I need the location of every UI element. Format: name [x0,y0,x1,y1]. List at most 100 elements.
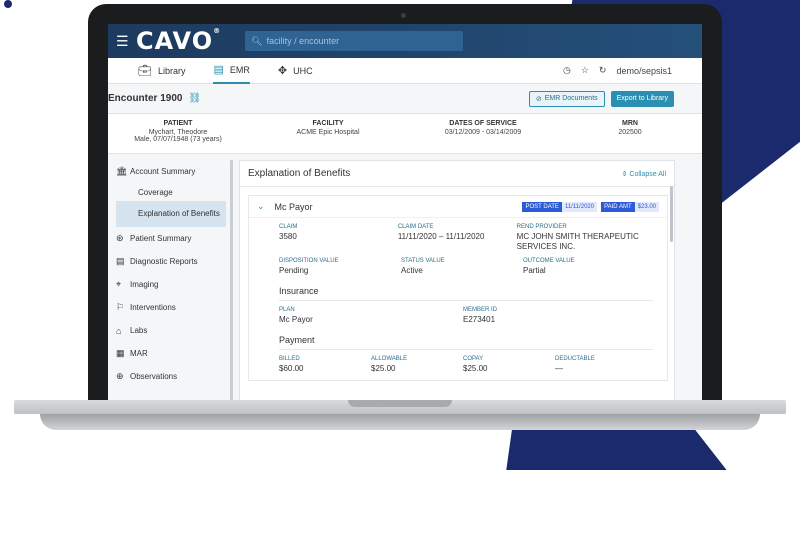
insurance-row: PLAN Mc Payor MEMBER ID E273401 [279,307,653,325]
sidebar-item-account-summary[interactable]: 🏛︎ Account Summary [116,160,230,183]
plan-label: PLAN [279,307,295,313]
plan-value: Mc Payor [279,315,313,324]
app-logo[interactable]: CAVO® [136,27,221,55]
tab-bar: 💼︎ Library ▤ EMR ✥ UHC ◷ ☆ ↻ demo/sepsis… [108,58,702,84]
laptop-screen: ☰ CAVO® 🔍︎ facility / encounter 💼︎ Libra… [108,24,702,400]
member-id-value: E273401 [463,315,496,324]
emr-documents-button[interactable]: ⊘ EMR Documents [528,90,605,107]
patient-column: PATIENT Mychart, Theodore Male, 07/07/19… [108,120,248,153]
post-date-label: POST DATE [522,201,562,212]
sidebar-item-label: Diagnostic Reports [130,257,198,266]
insurance-section-title: Insurance [279,282,653,301]
payor-card: ⌄ Mc Payor POST DATE 11/11/2020 PAID AMT… [248,195,668,381]
sidebar-item-imaging[interactable]: ⌖ Imaging [116,273,230,296]
user-label[interactable]: demo/sepsis1 [616,66,672,76]
tab-emr[interactable]: ▤ EMR [213,58,250,84]
search-input[interactable]: 🔍︎ facility / encounter [245,31,464,51]
sidebar-item-label: Imaging [130,280,159,289]
laptop-base-bottom [40,414,760,430]
search-icon: 🔍︎ [251,35,263,46]
claim-row: CLAIM 3580 CLAIM DATE 11/11/2020 – 11/11… [279,224,653,252]
menu-icon[interactable]: ☰ [116,33,130,50]
eob-panel: Explanation of Benefits ⇕ Collapse All ⌄… [239,160,675,400]
member-id-label: MEMBER ID [463,307,498,313]
unlink-icon[interactable]: ⛓ [188,93,201,104]
outcome-label: OUTCOME VALUE [523,258,575,264]
camera-icon [401,13,406,18]
paid-amt-value: $23.00 [634,201,659,212]
move-icon: ✥ [277,65,288,77]
sidebar-item-labs[interactable]: ⌂ Labs [116,319,230,342]
chevron-down-icon[interactable]: ⌄ [257,201,265,212]
sidebar-item-explanation-of-benefits[interactable]: Explanation of Benefits [116,201,226,227]
sidebar-item-observations[interactable]: ⊕ Observations [116,365,230,388]
grid-icon: ▦ [116,348,125,358]
sidebar-item-patient-summary[interactable]: ⊛ Patient Summary [116,227,230,250]
disposition-label: DISPOSITION VALUE [279,258,339,264]
mrn-value: 202500 [618,129,642,136]
tab-uhc[interactable]: ✥ UHC [278,58,313,84]
emr-documents-label: EMR Documents [544,95,598,102]
tab-library[interactable]: 💼︎ Library [138,58,185,84]
payor-card-header[interactable]: ⌄ Mc Payor POST DATE 11/11/2020 PAID AMT… [249,196,667,218]
decorative-dot [4,0,12,8]
rend-provider-field: REND PROVIDER MC JOHN SMITH THERAPEUTIC … [517,224,653,252]
outcome-value: Partial [523,266,546,275]
paid-amt-label: PAID AMT [601,201,635,212]
allowable-value: $25.00 [371,364,396,373]
sidebar-item-coverage[interactable]: Coverage [116,183,230,201]
claim-date-label: CLAIM DATE [397,224,434,230]
post-date-value: 11/11/2020 [561,201,598,212]
app-header: ☰ CAVO® 🔍︎ facility / encounter [108,24,702,58]
star-icon[interactable]: ☆ [581,65,589,76]
patient-info: Male, 07/07/1948 (73 years) [134,136,222,143]
dates-header: DATES OF SERVICE [449,120,517,127]
sidebar-item-mar[interactable]: ▦ MAR [116,342,230,365]
copay-value: $25.00 [463,364,488,373]
status-label: STATUS VALUE [401,258,445,264]
dates-column: DATES OF SERVICE 03/12/2009 - 03/14/2009 [408,120,558,153]
encounter-title: Encounter 1900 [108,93,183,104]
deductable-label: DEDUCTABLE [555,356,595,362]
sidebar-item-diagnostic-reports[interactable]: ▤ Diagnostic Reports [116,250,230,273]
encounter-bar: Encounter 1900 ⛓ ⊘ EMR Documents Export … [108,84,702,114]
status-row: DISPOSITION VALUE Pending STATUS VALUE A… [279,258,653,276]
sidebar-divider[interactable] [230,160,233,400]
sidebar-item-label: MAR [130,349,148,358]
main-area: 🏛︎ Account Summary Coverage Explanation … [108,154,702,400]
history-icon[interactable]: ◷ [563,65,571,76]
briefcase-icon: 💼︎ [138,65,152,77]
sidebar-item-interventions[interactable]: ⚐ Interventions [116,296,230,319]
mrn-header: MRN [622,120,638,127]
search-placeholder: facility / encounter [266,36,340,46]
claim-date-field: CLAIM DATE 11/11/2020 – 11/11/2020 [398,224,517,252]
status-value: Active [401,266,423,275]
copay-field: COPAY $25.00 [463,356,555,374]
claim-field: CLAIM 3580 [279,224,398,252]
billed-value: $60.00 [279,364,304,373]
content-scrollbar[interactable] [670,186,673,242]
claim-label: CLAIM [279,224,298,230]
refresh-icon[interactable]: ↻ [599,65,607,76]
eob-panel-header: Explanation of Benefits ⇕ Collapse All [240,161,674,187]
facility-value: ACME Epic Hospital [296,129,360,136]
payor-name: Mc Payor [274,201,313,212]
collapse-all-button[interactable]: ⇕ Collapse All [622,170,666,178]
mrn-column: MRN 202500 [558,120,702,153]
allowable-label: ALLOWABLE [371,356,408,362]
disposition-value: Pending [279,266,309,275]
allowable-field: ALLOWABLE $25.00 [371,356,463,374]
sidebar-item-label: Observations [130,372,178,381]
export-to-library-button[interactable]: Export to Library [610,90,674,107]
patient-name: Mychart, Theodore [148,129,208,136]
sidebar-item-label: Account Summary [130,167,196,176]
header-actions: ◷ ☆ ↻ demo/sepsis1 [553,65,672,76]
flask-icon: ⌂ [116,325,122,336]
report-icon: ▤ [116,256,125,266]
deductable-field: DEDUCTABLE — [555,356,647,374]
copay-label: COPAY [463,356,484,362]
rend-provider-label: REND PROVIDER [516,224,567,230]
claim-value: 3580 [279,232,297,241]
check-circle-icon: ⊘ [535,95,542,103]
laptop-base [0,400,800,454]
